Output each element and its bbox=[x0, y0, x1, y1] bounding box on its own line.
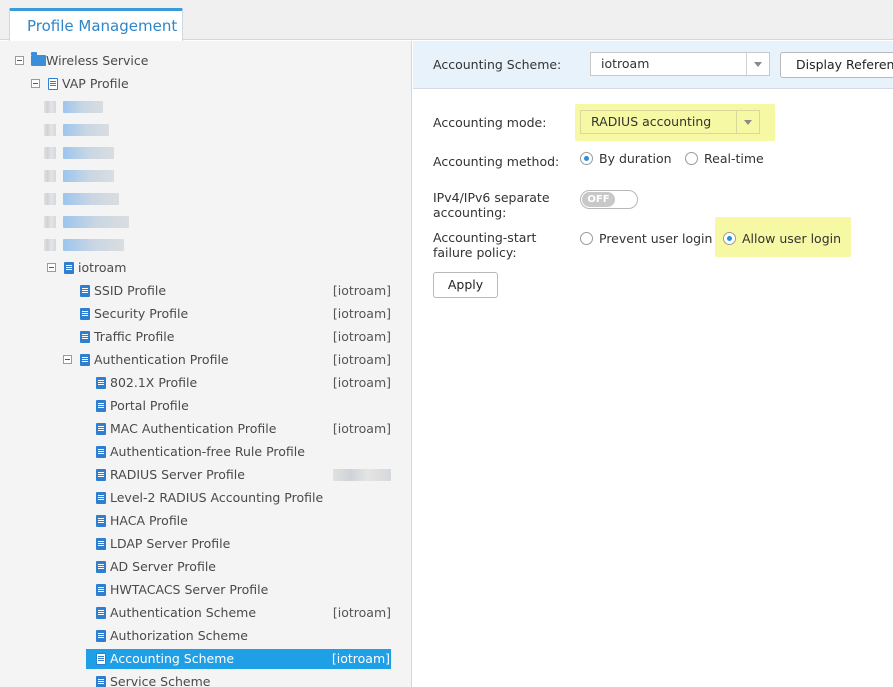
tree-node-redacted[interactable] bbox=[0, 166, 411, 186]
method-real-time-label[interactable]: Real-time bbox=[704, 151, 764, 166]
tree-node-redacted[interactable] bbox=[0, 189, 411, 209]
ipv4-ipv6-separate-label: IPv4/IPv6 separate accounting: bbox=[433, 190, 550, 220]
profile-icon bbox=[80, 285, 90, 297]
scheme-label: Accounting Scheme: bbox=[433, 57, 562, 72]
tree-node-vap-profile[interactable]: VAP Profile bbox=[0, 74, 411, 94]
separate-accounting-toggle[interactable]: OFF bbox=[580, 190, 638, 209]
tree-node-iotroam[interactable]: iotroam bbox=[0, 258, 411, 278]
tab-profile-management[interactable]: Profile Management bbox=[9, 8, 183, 41]
prevent-login-radio[interactable] bbox=[580, 232, 593, 245]
allow-login-radio[interactable] bbox=[723, 232, 736, 245]
tree-node-wireless-service[interactable]: Wireless Service bbox=[0, 51, 411, 71]
accounting-method-label: Accounting method: bbox=[433, 154, 560, 169]
tree-node-authentication-scheme[interactable]: Authentication Scheme [iotroam] bbox=[0, 603, 411, 623]
tree-node-redacted[interactable] bbox=[0, 235, 411, 255]
tree-node-service-scheme[interactable]: Service Scheme bbox=[0, 672, 411, 687]
redacted-tag bbox=[333, 469, 391, 481]
tree-node-redacted[interactable] bbox=[0, 143, 411, 163]
tree-node-hwtacacs-server-profile[interactable]: HWTACACS Server Profile bbox=[0, 580, 411, 600]
collapse-icon[interactable] bbox=[47, 263, 56, 272]
tree-node-accounting-scheme[interactable]: Accounting Scheme [iotroam] bbox=[86, 649, 391, 669]
profile-icon bbox=[96, 492, 106, 504]
method-real-time-radio[interactable] bbox=[685, 152, 698, 165]
tree-node-traffic-profile[interactable]: Traffic Profile [iotroam] bbox=[0, 327, 411, 347]
profile-icon bbox=[96, 469, 106, 481]
profile-icon bbox=[96, 377, 106, 389]
display-reference-button[interactable]: Display Reference bbox=[780, 52, 893, 78]
method-by-duration-radio[interactable] bbox=[580, 152, 593, 165]
accounting-mode-select[interactable]: RADIUS accounting bbox=[580, 110, 760, 134]
profile-icon bbox=[96, 607, 106, 619]
profile-icon bbox=[80, 308, 90, 320]
tree-node-authorization-scheme[interactable]: Authorization Scheme bbox=[0, 626, 411, 646]
profile-icon bbox=[96, 400, 106, 412]
profile-icon bbox=[80, 354, 90, 366]
tree-node-ldap-server-profile[interactable]: LDAP Server Profile bbox=[0, 534, 411, 554]
chevron-down-icon[interactable] bbox=[746, 53, 769, 75]
profile-icon bbox=[96, 515, 106, 527]
tree-node-redacted[interactable] bbox=[0, 97, 411, 117]
method-by-duration-label[interactable]: By duration bbox=[599, 151, 672, 166]
tree-node-authentication-profile[interactable]: Authentication Profile [iotroam] bbox=[0, 350, 411, 370]
profile-icon bbox=[48, 78, 58, 90]
profile-icon bbox=[80, 331, 90, 343]
profile-icon bbox=[64, 262, 74, 274]
profile-tree: Wireless Service VAP Profile iotroam SSI… bbox=[0, 41, 412, 687]
accounting-mode-label: Accounting mode: bbox=[433, 115, 547, 130]
prevent-login-label[interactable]: Prevent user login bbox=[599, 231, 712, 246]
tree-node-radius-server-profile[interactable]: RADIUS Server Profile bbox=[0, 465, 411, 485]
folder-icon bbox=[31, 52, 46, 66]
tree-node-ad-server-profile[interactable]: AD Server Profile bbox=[0, 557, 411, 577]
tree-node-ssid-profile[interactable]: SSID Profile [iotroam] bbox=[0, 281, 411, 301]
toggle-knob: OFF bbox=[582, 192, 615, 207]
apply-button[interactable]: Apply bbox=[433, 272, 498, 298]
profile-icon bbox=[96, 630, 106, 642]
tree-node-redacted[interactable] bbox=[0, 212, 411, 232]
collapse-icon[interactable] bbox=[15, 56, 24, 65]
tree-node-security-profile[interactable]: Security Profile [iotroam] bbox=[0, 304, 411, 324]
scheme-select[interactable]: iotroam bbox=[590, 52, 770, 76]
profile-icon bbox=[96, 584, 106, 596]
tree-node-level2-radius-profile[interactable]: Level-2 RADIUS Accounting Profile bbox=[0, 488, 411, 508]
profile-icon bbox=[96, 423, 106, 435]
tree-node-mac-auth-profile[interactable]: MAC Authentication Profile [iotroam] bbox=[0, 419, 411, 439]
profile-icon bbox=[96, 446, 106, 458]
profile-icon bbox=[96, 561, 106, 573]
scheme-header: Accounting Scheme: iotroam Display Refer… bbox=[413, 41, 893, 89]
tree-node-redacted[interactable] bbox=[0, 120, 411, 140]
tree-node-auth-free-rule-profile[interactable]: Authentication-free Rule Profile bbox=[0, 442, 411, 462]
tree-node-haca-profile[interactable]: HACA Profile bbox=[0, 511, 411, 531]
collapse-icon[interactable] bbox=[63, 355, 72, 364]
profile-icon bbox=[96, 538, 106, 550]
tab-bar: Profile Management bbox=[0, 0, 893, 41]
collapse-icon[interactable] bbox=[31, 79, 40, 88]
chevron-down-icon[interactable] bbox=[736, 111, 759, 133]
allow-login-label[interactable]: Allow user login bbox=[742, 231, 841, 246]
profile-icon bbox=[96, 653, 106, 665]
failure-policy-label: Accounting-start failure policy: bbox=[433, 230, 537, 260]
tree-node-portal-profile[interactable]: Portal Profile bbox=[0, 396, 411, 416]
tree-node-dot1x-profile[interactable]: 802.1X Profile [iotroam] bbox=[0, 373, 411, 393]
profile-icon bbox=[96, 676, 106, 687]
